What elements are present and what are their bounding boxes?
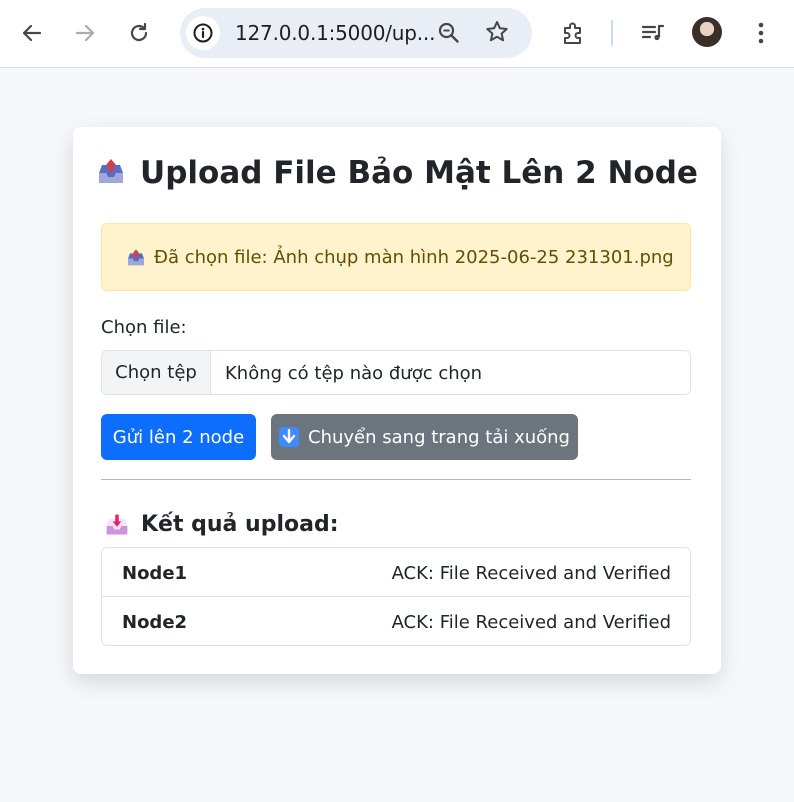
download-page-button[interactable]: Chuyển sang trang tải xuống: [271, 414, 578, 460]
url-text[interactable]: 127.0.0.1:5000/up...: [235, 21, 435, 45]
back-icon[interactable]: [13, 14, 51, 52]
file-label: Chọn file:: [101, 317, 187, 338]
download-page-label: Chuyển sang trang tải xuống: [308, 426, 570, 448]
results-list: Node1 ACK: File Received and Verified No…: [101, 547, 691, 646]
site-info-icon[interactable]: [186, 16, 220, 50]
menu-icon[interactable]: [742, 14, 780, 52]
file-input[interactable]: Chọn tệp Không có tệp nào được chọn: [101, 350, 691, 395]
forward-icon[interactable]: [66, 14, 104, 52]
inbox-tray-icon: [104, 512, 130, 538]
node-status: ACK: File Received and Verified: [391, 563, 671, 584]
media-icon[interactable]: [634, 14, 672, 52]
list-item: Node1 ACK: File Received and Verified: [102, 548, 690, 597]
extensions-icon[interactable]: [554, 14, 592, 52]
submit-button[interactable]: Gửi lên 2 node: [101, 414, 256, 460]
address-bar[interactable]: 127.0.0.1:5000/up...: [180, 8, 532, 58]
outbox-tray-icon: [96, 157, 126, 187]
toolbar-separator: [611, 20, 613, 46]
node-name: Node1: [122, 563, 188, 584]
file-status-text: Không có tệp nào được chọn: [225, 363, 483, 384]
node-status: ACK: File Received and Verified: [391, 612, 671, 633]
profile-avatar[interactable]: [692, 17, 722, 47]
divider: [101, 479, 691, 480]
selected-file-alert: Đã chọn file: Ảnh chụp màn hình 2025-06-…: [101, 223, 691, 291]
page-title: Upload File Bảo Mật Lên 2 Node: [73, 155, 721, 191]
reload-icon[interactable]: [120, 14, 158, 52]
outbox-tray-icon: [126, 248, 146, 268]
down-arrow-icon: [279, 427, 300, 447]
choose-file-button[interactable]: Chọn tệp: [102, 351, 211, 394]
selected-file-text: Đã chọn file: Ảnh chụp màn hình 2025-06-…: [154, 247, 674, 268]
results-title: Kết quả upload:: [141, 512, 339, 537]
list-item: Node2 ACK: File Received and Verified: [102, 597, 690, 645]
star-icon[interactable]: [484, 19, 510, 49]
upload-card: Upload File Bảo Mật Lên 2 Node Đã chọn f…: [73, 127, 721, 674]
zoom-icon[interactable]: [436, 20, 462, 50]
node-name: Node2: [122, 612, 188, 633]
browser-toolbar: 127.0.0.1:5000/up...: [0, 0, 794, 68]
page-title-text: Upload File Bảo Mật Lên 2 Node: [140, 155, 698, 191]
